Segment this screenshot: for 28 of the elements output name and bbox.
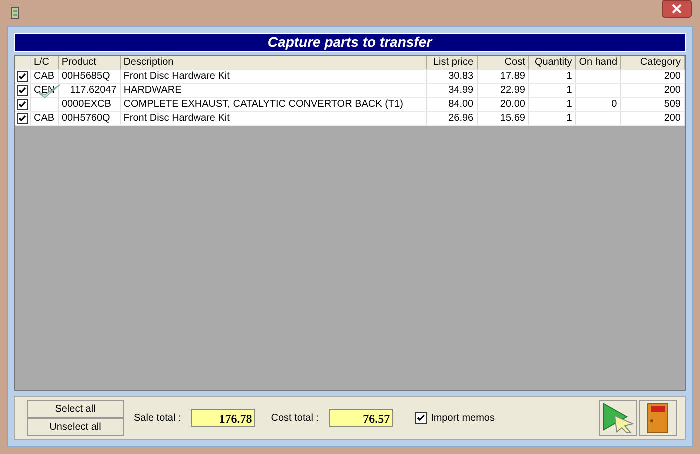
app-icon <box>11 7 19 19</box>
row-checkbox[interactable] <box>17 71 28 82</box>
table-cell: Front Disc Hardware Kit <box>120 112 427 126</box>
transfer-button[interactable] <box>599 400 637 436</box>
row-checkbox[interactable] <box>17 113 28 124</box>
door-icon <box>646 402 670 434</box>
table-cell: 26.96 <box>426 112 478 126</box>
table-cell: 15.69 <box>478 112 530 126</box>
import-memos-checkbox[interactable] <box>415 412 428 424</box>
sale-total-label: Sale total : <box>134 412 182 424</box>
table-cell <box>576 112 622 126</box>
cost-total-label: Cost total : <box>271 412 320 424</box>
close-button[interactable] <box>662 0 692 18</box>
table-cell: 00H5760Q <box>58 112 121 126</box>
select-all-button[interactable]: Select all <box>27 400 124 418</box>
exit-button[interactable] <box>639 400 677 436</box>
close-icon <box>672 4 682 14</box>
table-cell: 200 <box>621 112 685 126</box>
arrow-cursor-icon <box>601 402 635 434</box>
unselect-all-button[interactable]: Unselect all <box>27 418 124 436</box>
header-bar: Capture parts to transfer <box>14 33 686 52</box>
row-checkbox[interactable] <box>17 85 28 96</box>
table-cell: 1 <box>529 112 576 126</box>
import-memos-label: Import memos <box>431 412 495 424</box>
row-checkbox[interactable] <box>17 99 28 110</box>
table-cell: CAB <box>31 112 59 126</box>
sale-total-field: 176.78 <box>191 409 256 427</box>
cost-total-field: 76.57 <box>329 409 394 427</box>
